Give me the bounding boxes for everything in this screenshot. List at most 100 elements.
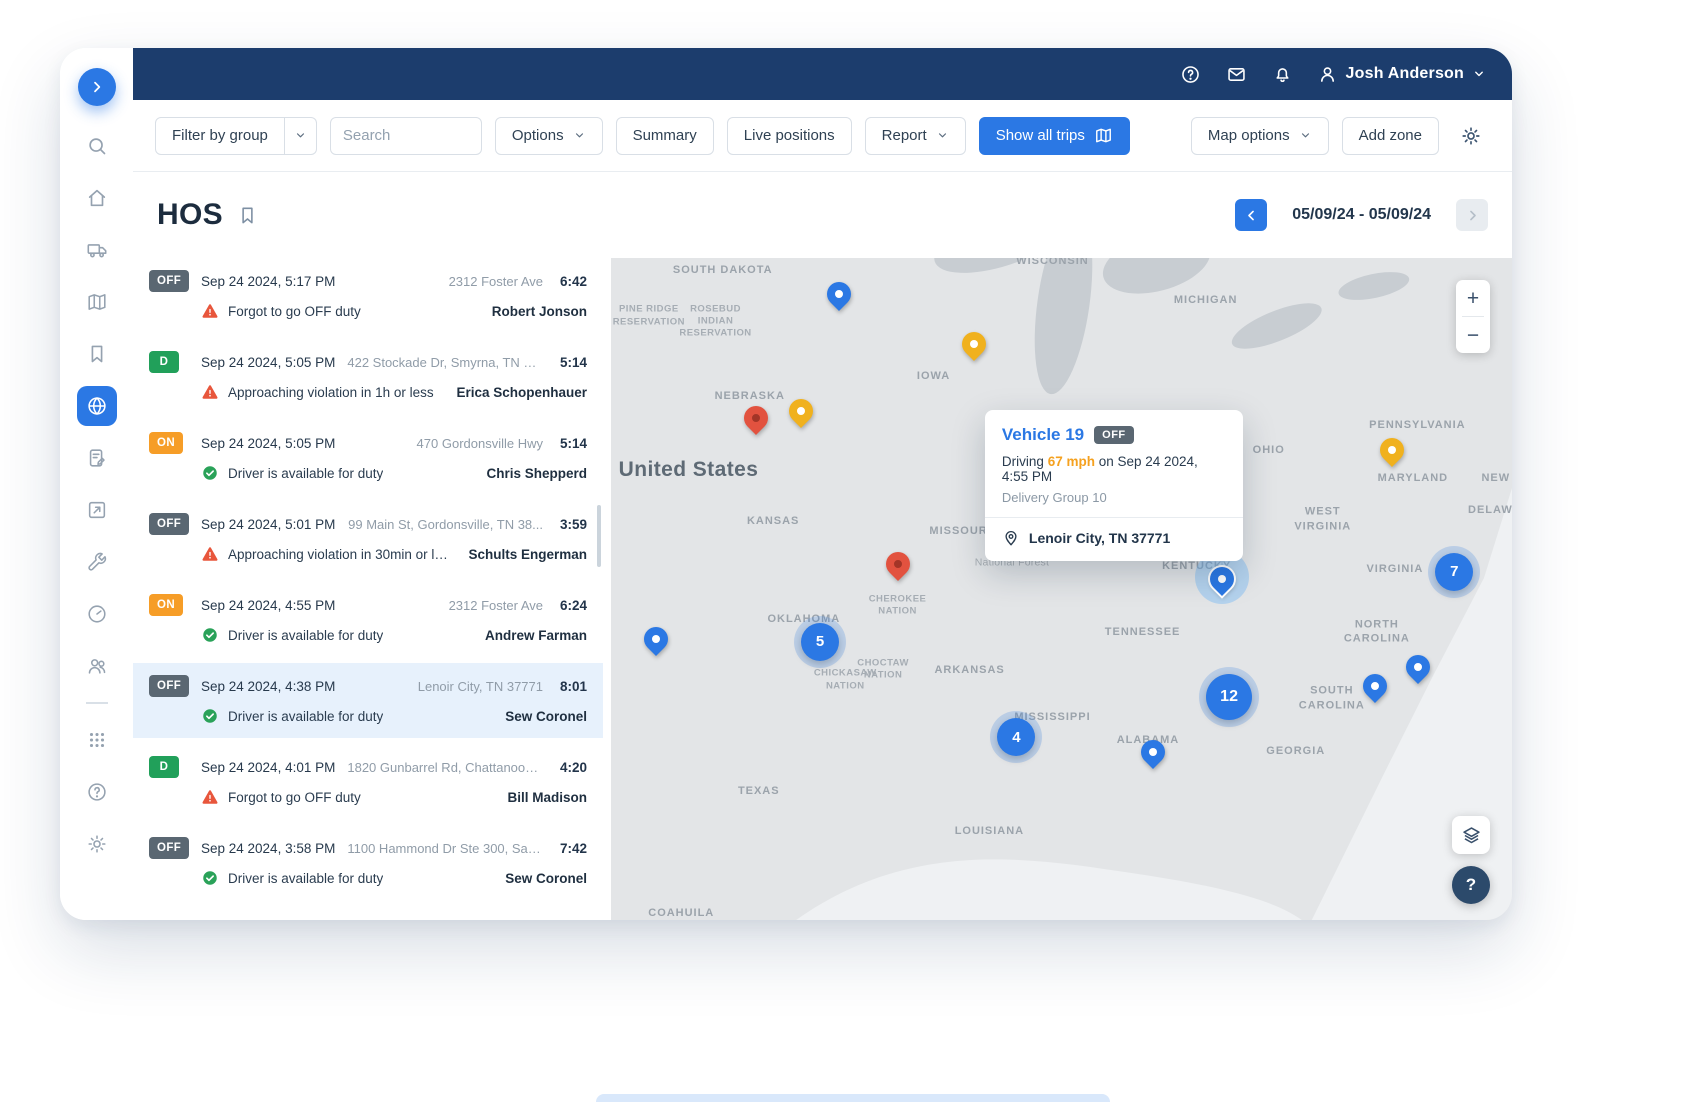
map-options-button[interactable]: Map options [1191, 117, 1329, 155]
map-settings-button[interactable] [1452, 117, 1490, 155]
vehicle-name-link[interactable]: Vehicle 19 [1002, 425, 1084, 445]
sidebar-expand-button[interactable] [78, 68, 116, 106]
event-summary-row: OFF Sep 24 2024, 4:38 PM Lenoir City, TN… [149, 675, 587, 697]
map-pin[interactable] [1141, 740, 1165, 764]
event-location: 1100 Hammond Dr Ste 300, San... [347, 841, 543, 856]
status-badge: OFF [149, 837, 189, 859]
map-pin[interactable] [789, 399, 813, 423]
list-item[interactable]: D Sep 24 2024, 5:05 PM 422 Stockade Dr, … [133, 339, 603, 414]
location-pin-icon [1002, 529, 1020, 547]
sidebar-item-tags[interactable] [77, 334, 117, 374]
show-all-trips-button[interactable]: Show all trips [979, 117, 1130, 155]
list-item[interactable]: ON Sep 24 2024, 5:05 PM 470 Gordonsville… [133, 420, 603, 495]
map-pin[interactable] [827, 282, 851, 306]
pin-icon [739, 401, 773, 435]
map-icon [86, 291, 108, 313]
event-location: 2312 Foster Ave [347, 274, 543, 289]
search-input[interactable] [330, 117, 482, 155]
bookmark-icon[interactable] [237, 205, 258, 226]
status-badge-column: D [149, 351, 201, 373]
app-window: Josh Anderson Filter by group Options Su… [60, 48, 1512, 920]
add-zone-button[interactable]: Add zone [1342, 117, 1439, 155]
user-menu[interactable]: Josh Anderson [1317, 64, 1486, 85]
summary-button[interactable]: Summary [616, 117, 714, 155]
pin-icon [1205, 562, 1239, 596]
map-pin[interactable] [1363, 674, 1387, 698]
previous-date-button[interactable] [1235, 199, 1267, 231]
map-label: ARKANSAS [934, 664, 1004, 676]
vehicle-status-badge: OFF [1094, 426, 1134, 444]
users-icon [86, 655, 108, 677]
sidebar-item-fuel[interactable] [77, 594, 117, 634]
sidebar-item-maintenance[interactable] [77, 542, 117, 582]
sidebar-item-search[interactable] [77, 126, 117, 166]
event-message: Forgot to go OFF duty [228, 304, 361, 319]
status-badge-column: ON [149, 432, 201, 454]
grid-dots-icon [86, 729, 108, 751]
chevron-down-icon [294, 129, 307, 142]
sidebar-item-users[interactable] [77, 646, 117, 686]
pin-icon [1375, 433, 1409, 467]
report-label: Report [882, 127, 927, 144]
content: OFF Sep 24 2024, 5:17 PM 2312 Foster Ave… [133, 258, 1512, 920]
sidebar-item-apps[interactable] [77, 720, 117, 760]
driver-name: Erica Schopenhauer [446, 385, 587, 400]
notifications-button[interactable] [1271, 62, 1295, 86]
sidebar-item-reports[interactable] [77, 490, 117, 530]
event-datetime: Sep 24 2024, 4:01 PM [201, 760, 335, 775]
map-pin[interactable] [1406, 655, 1430, 679]
list-scrollbar[interactable] [597, 505, 601, 567]
event-datetime: Sep 24 2024, 5:01 PM [201, 517, 335, 532]
warning-icon [201, 788, 219, 806]
map-help-button[interactable]: ? [1452, 866, 1490, 904]
report-button[interactable]: Report [865, 117, 966, 155]
messages-button[interactable] [1225, 62, 1249, 86]
map-pin[interactable] [886, 552, 910, 576]
event-detail-row: Driver is available for duty Sew Coronel [149, 707, 587, 725]
sidebar-item-vehicles[interactable] [77, 230, 117, 270]
map-pin[interactable] [744, 406, 768, 430]
next-date-button[interactable] [1456, 199, 1488, 231]
filter-by-group-label: Filter by group [172, 127, 268, 144]
sidebar-item-logs[interactable] [77, 438, 117, 478]
map-cluster[interactable]: 7 [1435, 553, 1473, 591]
zoom-in-button[interactable]: + [1456, 280, 1490, 316]
options-button[interactable]: Options [495, 117, 603, 155]
pin-icon [1136, 735, 1170, 769]
sidebar-item-map[interactable] [77, 282, 117, 322]
map-pin[interactable] [962, 332, 986, 356]
sidebar-item-home[interactable] [77, 178, 117, 218]
map-label: United States [619, 458, 759, 482]
map-pin[interactable] [1210, 567, 1234, 591]
list-item[interactable]: ON Sep 24 2024, 4:55 PM 2312 Foster Ave … [133, 582, 603, 657]
list-item[interactable]: OFF Sep 24 2024, 5:17 PM 2312 Foster Ave… [133, 258, 603, 333]
list-item[interactable]: OFF Sep 24 2024, 4:38 PM Lenoir City, TN… [133, 663, 603, 738]
list-item[interactable]: OFF Sep 24 2024, 5:01 PM 99 Main St, Gor… [133, 501, 603, 576]
event-location: 422 Stockade Dr, Smyrna, TN 37... [347, 355, 543, 370]
box-arrow-icon [86, 499, 108, 521]
filter-by-group-button[interactable]: Filter by group [155, 117, 285, 155]
map-cluster[interactable]: 4 [997, 718, 1035, 756]
live-positions-button[interactable]: Live positions [727, 117, 852, 155]
gear-icon [1460, 125, 1482, 147]
map-pin[interactable] [644, 627, 668, 651]
map[interactable]: WISCONSIN SOUTH DAKOTA PINE RIDGE RESERV… [611, 258, 1512, 920]
vehicle-driving-line: Driving 67 mph on Sep 24 2024, 4:55 PM [1002, 454, 1226, 484]
map-label: ROSEBUD INDIAN RESERVATION [678, 303, 754, 340]
list-item[interactable]: OFF Sep 24 2024, 3:58 PM 1100 Hammond Dr… [133, 825, 603, 900]
check-icon [201, 707, 219, 725]
help-button[interactable] [1179, 62, 1203, 86]
sidebar-item-help[interactable] [77, 772, 117, 812]
sidebar-item-hos[interactable] [77, 386, 117, 426]
map-layers-button[interactable] [1452, 816, 1490, 854]
event-location: 2312 Foster Ave [347, 598, 543, 613]
list-item[interactable]: D Sep 24 2024, 4:01 PM 1820 Gunbarrel Rd… [133, 744, 603, 819]
popup-header: Vehicle 19 OFF [1002, 425, 1226, 445]
map-pin[interactable] [1380, 438, 1404, 462]
filter-by-group-caret-button[interactable] [285, 117, 317, 155]
map-label: CHICKASAW NATION [807, 668, 883, 693]
map-cluster[interactable]: 5 [801, 623, 839, 661]
sidebar-item-settings[interactable] [77, 824, 117, 864]
zoom-out-button[interactable]: − [1456, 317, 1490, 353]
map-cluster[interactable]: 12 [1206, 674, 1252, 720]
